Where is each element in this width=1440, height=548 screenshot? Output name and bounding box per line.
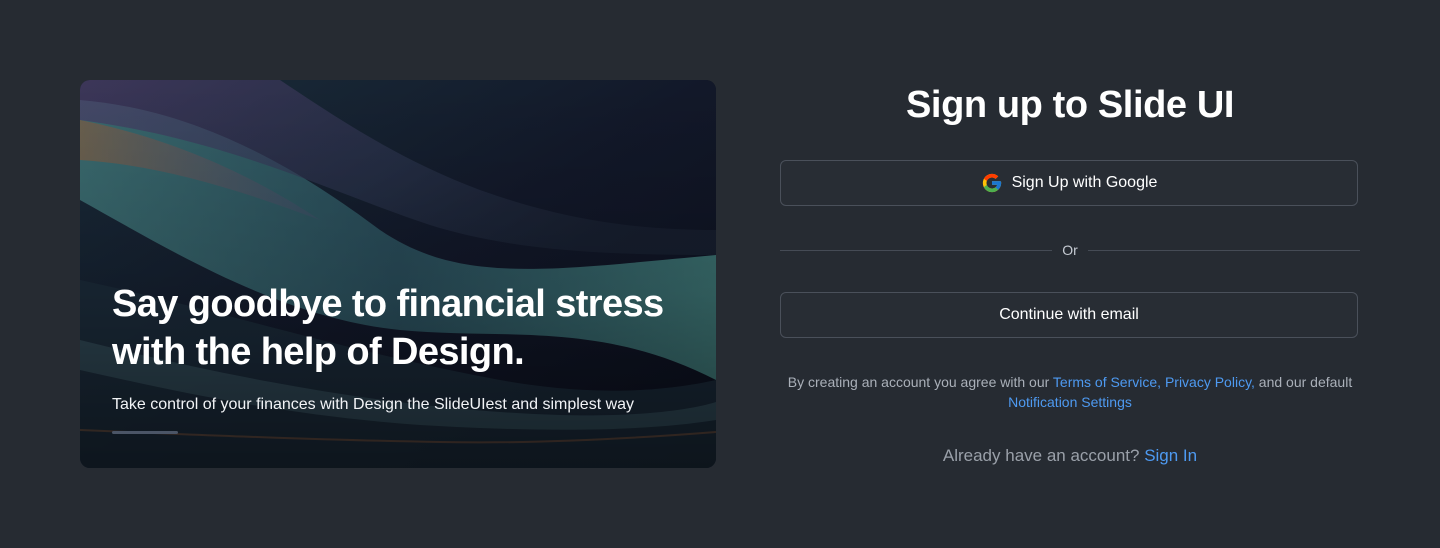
hero-subtitle: Take control of your finances with Desig… (112, 396, 635, 413)
hero-card: Say goodbye to financial stress with the … (80, 80, 716, 468)
sign-in-link[interactable]: Sign In (1144, 446, 1197, 465)
carousel-indicator[interactable] (112, 431, 178, 434)
signin-prompt: Already have an account? Sign In (780, 445, 1360, 467)
divider-line-right (1087, 249, 1360, 251)
hero-title-line-1: Say goodbye to financial stress (112, 283, 664, 325)
continue-with-email-label: Continue with email (999, 306, 1139, 323)
terms-notice: By creating an account you agree with ou… (780, 372, 1360, 412)
terms-of-service-link[interactable]: Terms of Service, (1053, 374, 1161, 390)
terms-middle: and our default (1254, 374, 1353, 390)
or-divider: Or (780, 240, 1360, 260)
continue-with-email-button[interactable]: Continue with email (780, 292, 1358, 338)
notification-settings-link[interactable]: Notification Settings (1008, 394, 1132, 410)
divider-text: Or (1062, 242, 1078, 258)
privacy-policy-link[interactable]: Privacy Policy, (1165, 374, 1255, 390)
form-title: Sign up to Slide UI (905, 84, 1235, 126)
hero-title: Say goodbye to financial stress with the … (112, 280, 702, 376)
signup-page: Say goodbye to financial stress with the … (0, 0, 1440, 548)
hero-title-line-2: with the help of Design. (112, 331, 525, 373)
terms-prefix: By creating an account you agree with ou… (787, 374, 1053, 390)
divider-line-left (780, 249, 1053, 251)
google-signup-button[interactable]: Sign Up with Google (780, 160, 1358, 206)
signin-prompt-text: Already have an account? (942, 446, 1145, 465)
google-icon (982, 173, 1001, 193)
google-signup-label: Sign Up with Google (1011, 174, 1158, 191)
